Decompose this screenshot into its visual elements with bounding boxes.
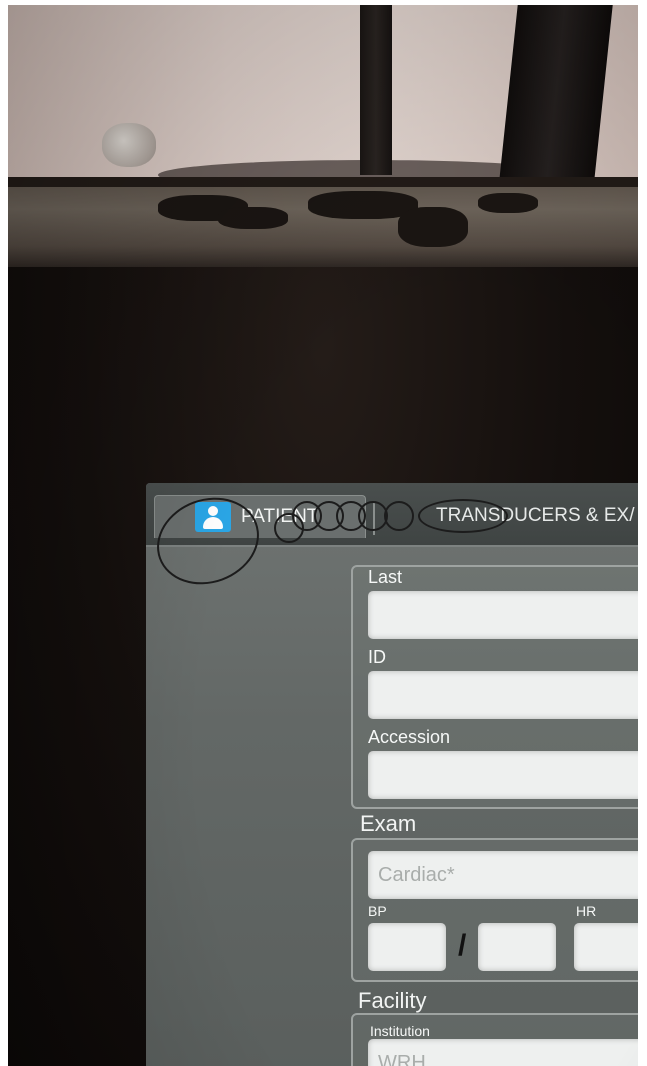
institution-label: Institution — [370, 1023, 430, 1039]
background-stand-right — [498, 5, 613, 190]
id-label: ID — [368, 647, 386, 667]
background-knob — [102, 123, 156, 167]
hr-input[interactable] — [574, 923, 638, 971]
accession-label: Accession — [368, 727, 451, 747]
accession-input[interactable] — [368, 751, 638, 799]
ultrasound-screen: PATIENT TRANSDUCERS & EX/ Last ID Access… — [146, 483, 638, 1066]
bp-label: BP — [368, 903, 387, 919]
photo-frame: PATIENT TRANSDUCERS & EX/ Last ID Access… — [8, 5, 638, 1066]
bp-separator: / — [458, 929, 467, 962]
exam-type-select[interactable]: Cardiac* — [368, 851, 638, 899]
monitor-top-edge — [8, 177, 638, 269]
bp-systolic-input[interactable] — [368, 923, 446, 971]
facility-section-title: Facility — [358, 988, 427, 1013]
pen-mark-oval — [418, 499, 508, 533]
exam-section-title: Exam — [360, 811, 417, 836]
background-stand-left — [360, 5, 392, 175]
hr-label: HR — [576, 903, 597, 919]
institution-input[interactable]: WRH — [368, 1039, 638, 1066]
bp-diastolic-input[interactable] — [478, 923, 556, 971]
last-name-label: Last — [368, 567, 403, 587]
id-input[interactable] — [368, 671, 638, 719]
last-name-input[interactable] — [368, 591, 638, 639]
pen-mark-circle-6 — [384, 501, 414, 531]
